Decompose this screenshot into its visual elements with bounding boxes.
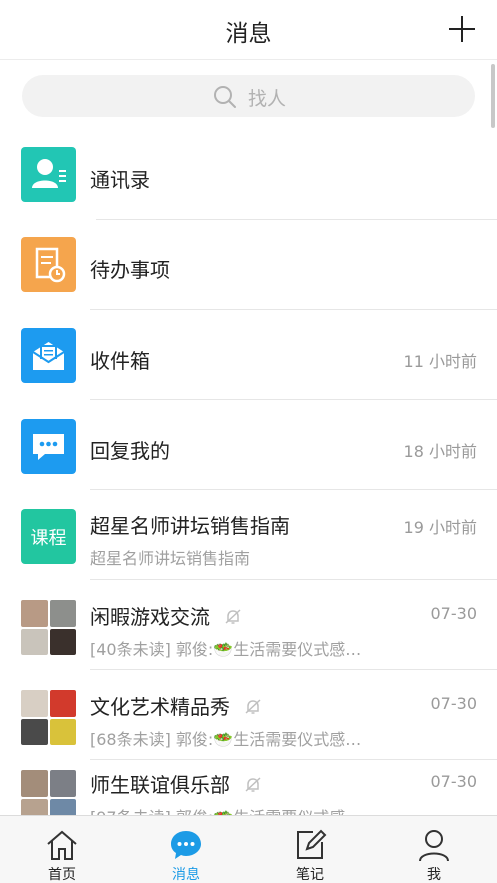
tab-label: 首页 (48, 867, 76, 883)
search-input[interactable]: 找人 (22, 75, 475, 117)
list-item-inbox[interactable]: 收件箱 11 小时前 (0, 310, 497, 400)
avatar (21, 690, 48, 717)
mute-bell-icon (245, 777, 261, 792)
avatar (49, 718, 76, 745)
course-icon-label: 课程 (30, 527, 67, 549)
row-time: 19 小时前 (403, 518, 477, 537)
row-title-text: 师生联谊俱乐部 (90, 773, 230, 797)
user-icon (419, 830, 449, 862)
reply-icon (21, 419, 76, 474)
add-icon[interactable] (447, 14, 477, 44)
list-item-contacts[interactable]: 通讯录 (0, 130, 497, 220)
search-icon (214, 86, 236, 108)
row-title: 文化艺术精品秀 (90, 691, 262, 720)
list-item-group-games[interactable]: 闲暇游戏交流 07-30 [40条未读] 郭俊:🥗生活需要仪式感… (0, 580, 497, 670)
row-title: 待办事项 (90, 258, 170, 282)
inbox-icon (21, 328, 76, 383)
avatar (49, 770, 76, 797)
list-item-course[interactable]: 课程 超星名师讲坛销售指南 19 小时前 超星名师讲坛销售指南 (0, 490, 497, 580)
tab-home[interactable]: 首页 (0, 816, 124, 883)
row-time: 07-30 (430, 694, 478, 713)
contacts-icon (21, 147, 76, 202)
home-icon (47, 830, 77, 860)
avatar (49, 600, 76, 627)
tab-bar: 首页 消息 笔记 我 (0, 815, 497, 883)
avatar (21, 628, 48, 655)
chat-bubble-icon (171, 831, 201, 859)
todo-icon (21, 237, 76, 292)
row-title: 闲暇游戏交流 (90, 601, 242, 630)
avatar (21, 600, 48, 627)
row-title: 师生联谊俱乐部 (90, 769, 262, 798)
list-item-group-art[interactable]: 文化艺术精品秀 07-30 [68条未读] 郭俊:🥗生活需要仪式感… (0, 670, 497, 760)
row-time: 11 小时前 (403, 352, 477, 371)
list-item-todo[interactable]: 待办事项 (0, 220, 497, 310)
tab-me[interactable]: 我 (372, 816, 496, 883)
row-time: 18 小时前 (403, 442, 477, 461)
row-time: 07-30 (430, 772, 478, 791)
avatar (21, 718, 48, 745)
scrollbar[interactable] (491, 64, 495, 128)
avatar (49, 690, 76, 717)
row-subtitle: [68条未读] 郭俊:🥗生活需要仪式感… (90, 730, 362, 749)
row-title: 超星名师讲坛销售指南 (90, 514, 290, 538)
list-item-replies[interactable]: 回复我的 18 小时前 (0, 400, 497, 490)
row-title-text: 闲暇游戏交流 (90, 605, 210, 629)
group-avatar (21, 690, 76, 745)
avatar (21, 770, 48, 797)
mute-bell-icon (225, 609, 241, 624)
tab-label: 笔记 (296, 867, 324, 883)
row-title: 通讯录 (90, 168, 150, 192)
group-avatar (21, 600, 76, 655)
header-bar: 消息 (0, 0, 497, 60)
row-subtitle: 超星名师讲坛销售指南 (90, 549, 251, 568)
tab-label: 我 (427, 867, 441, 883)
row-time: 07-30 (430, 604, 478, 623)
row-title: 收件箱 (90, 349, 150, 373)
mute-bell-icon (245, 699, 261, 714)
tab-notes[interactable]: 笔记 (248, 816, 372, 883)
note-edit-icon (297, 829, 327, 859)
messages-screen: 消息 找人 通讯录 待办事项 收件箱 11 小时前 回复我的 18 小时前 课程… (0, 0, 497, 883)
tab-label: 消息 (172, 867, 200, 883)
course-icon: 课程 (21, 509, 76, 564)
row-title: 回复我的 (90, 439, 170, 463)
tab-messages[interactable]: 消息 (124, 816, 248, 883)
row-title-text: 文化艺术精品秀 (90, 695, 230, 719)
page-title: 消息 (225, 21, 272, 47)
search-placeholder: 找人 (248, 88, 287, 110)
avatar (49, 628, 76, 655)
row-subtitle: [40条未读] 郭俊:🥗生活需要仪式感… (90, 640, 362, 659)
